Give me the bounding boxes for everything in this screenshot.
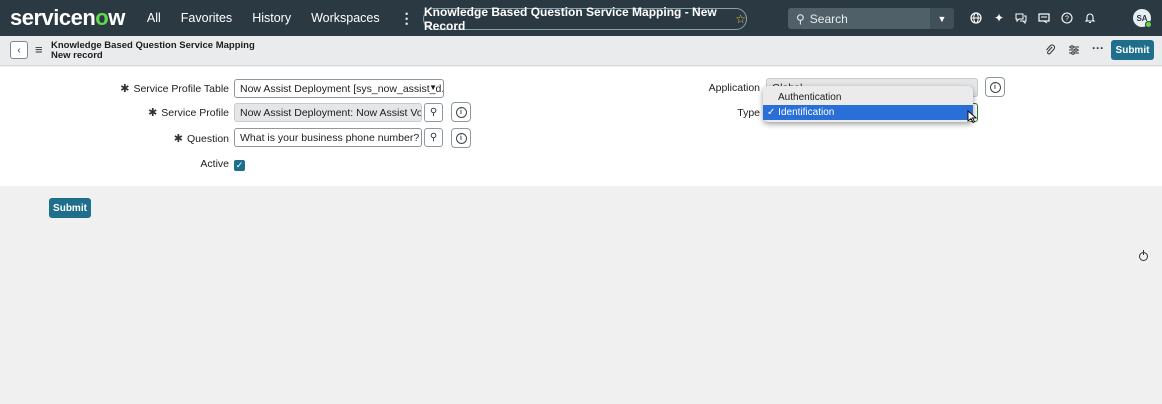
info-icon: i <box>455 106 467 118</box>
personalize-form-icon[interactable] <box>1068 44 1080 59</box>
sparkle-icon[interactable]: ✦ <box>991 10 1007 26</box>
header-submit-button[interactable]: Submit <box>1111 40 1154 60</box>
attachment-icon[interactable] <box>1045 44 1055 59</box>
svg-text:?: ? <box>1065 16 1069 23</box>
search-placeholder: Search <box>809 11 848 26</box>
form-title: Knowledge Based Question Service Mapping… <box>51 41 255 61</box>
service-profile-field[interactable]: Now Assist Deployment: Now Assist Voice … <box>234 103 422 122</box>
required-icon: ✱ <box>148 107 158 119</box>
top-navigation: servicenow All Favorites History Workspa… <box>0 0 1162 36</box>
global-search-input[interactable]: ⚲ Search <box>788 8 930 29</box>
checkmark-icon: ✓ <box>235 160 244 170</box>
service-profile-lookup-button[interactable]: ⚲ <box>424 103 443 122</box>
service-profile-value: Now Assist Deployment: Now Assist Voice … <box>240 106 422 119</box>
application-label: Application <box>708 82 760 94</box>
service-profile-table-label: ✱ Service Profile Table <box>120 83 229 95</box>
service-profile-table-value: Now Assist Deployment [sys_now_assist_d.… <box>240 82 444 95</box>
chat-icon[interactable] <box>1013 10 1029 26</box>
chevron-down-icon: ▼ <box>429 83 437 92</box>
required-icon: ✱ <box>173 133 183 145</box>
help-icon[interactable]: ? <box>1059 10 1075 26</box>
servicenow-logo[interactable]: servicenow <box>10 5 125 31</box>
favorite-star-icon[interactable]: ☆ <box>735 12 746 26</box>
form-header: ‹ ≡ Knowledge Based Question Service Map… <box>0 36 1162 66</box>
search-icon: ⚲ <box>429 107 438 118</box>
nav-workspaces[interactable]: Workspaces <box>311 11 380 25</box>
question-field[interactable]: What is your business phone number? <box>234 128 422 147</box>
question-info-button[interactable]: i <box>451 128 471 148</box>
service-profile-table-select[interactable]: Now Assist Deployment [sys_now_assist_d.… <box>234 79 444 98</box>
bottom-submit-button[interactable]: Submit <box>49 198 91 218</box>
question-value: What is your business phone number? <box>240 131 420 144</box>
back-button[interactable]: ‹ <box>10 41 28 59</box>
active-label: Active <box>200 158 229 170</box>
search-icon: ⚲ <box>429 132 438 143</box>
nav-history[interactable]: History <box>252 11 291 25</box>
question-label: ✱ Question <box>173 133 229 145</box>
info-icon: i <box>455 132 467 144</box>
question-lookup-button[interactable]: ⚲ <box>424 128 443 147</box>
record-title: Knowledge Based Question Service Mapping… <box>424 5 717 33</box>
info-icon: i <box>989 81 1001 93</box>
nav-more-icon[interactable]: ⋮ <box>400 10 414 27</box>
type-label: Type <box>737 107 760 119</box>
user-avatar[interactable]: SA <box>1133 9 1152 28</box>
screen-capture-icon[interactable] <box>1036 10 1052 26</box>
more-options-icon[interactable]: ··· <box>1092 41 1104 55</box>
active-checkbox[interactable]: ✓ <box>234 160 245 171</box>
power-icon[interactable] <box>1139 250 1148 261</box>
service-profile-info-button[interactable]: i <box>451 102 471 122</box>
notifications-bell-icon[interactable] <box>1082 10 1098 26</box>
type-dropdown-list: Authentication ✓ Identification <box>763 86 973 122</box>
nav-favorites[interactable]: Favorites <box>181 11 232 25</box>
application-info-button[interactable]: i <box>985 77 1005 97</box>
search-scope-dropdown-icon[interactable]: ▼ <box>930 8 954 29</box>
form-menu-icon[interactable]: ≡ <box>35 42 43 57</box>
type-option-identification[interactable]: ✓ Identification <box>763 105 973 120</box>
globe-icon[interactable] <box>968 10 984 26</box>
form-title-record: New record <box>51 50 103 61</box>
chevron-left-icon: ‹ <box>17 44 21 56</box>
service-profile-label: ✱ Service Profile <box>148 107 229 119</box>
required-icon: ✱ <box>120 83 130 95</box>
checkmark-icon: ✓ <box>767 107 779 118</box>
type-option-authentication[interactable]: Authentication <box>763 90 973 105</box>
online-status-icon <box>1145 21 1152 28</box>
mouse-pointer-icon <box>967 110 978 127</box>
nav-all[interactable]: All <box>147 11 161 25</box>
search-icon: ⚲ <box>796 11 805 26</box>
record-title-pill[interactable]: Knowledge Based Question Service Mapping… <box>423 5 747 33</box>
